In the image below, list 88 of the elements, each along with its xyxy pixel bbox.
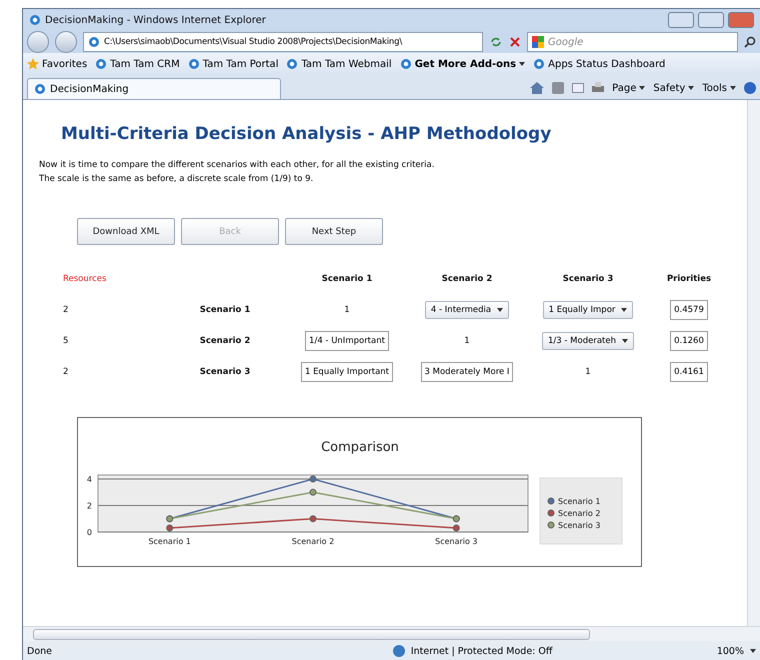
input-field[interactable]: 1 Equally Important bbox=[300, 362, 394, 382]
row-header: Scenario 2 bbox=[200, 336, 250, 346]
search-icon[interactable] bbox=[744, 36, 756, 48]
axis-label: 0 bbox=[86, 528, 92, 537]
table-cell: 2 bbox=[63, 304, 68, 314]
caret-icon bbox=[622, 338, 628, 342]
page-icon bbox=[286, 58, 298, 70]
intro-text: Now it is time to compare the different scenarios with each other, for all the existing criteria. bbox=[39, 159, 436, 172]
command-menu[interactable]: Safety bbox=[653, 82, 694, 94]
ie-icon bbox=[29, 14, 41, 26]
data-point bbox=[310, 515, 316, 522]
favorite-link[interactable]: Tam Tam Webmail bbox=[286, 58, 392, 70]
caret-icon bbox=[639, 86, 646, 90]
column-header: Scenario 1 bbox=[322, 274, 372, 284]
caret-icon bbox=[497, 308, 504, 312]
table-cell: 5 bbox=[63, 336, 68, 346]
legend-label: Scenario 2 bbox=[558, 509, 600, 518]
ie-icon bbox=[34, 83, 46, 95]
caret-icon bbox=[519, 62, 526, 66]
page-icon bbox=[88, 36, 100, 48]
browser-tab[interactable]: DecisionMaking bbox=[27, 78, 281, 99]
intro-text: The scale is the same as before, a discrete scale from (1/9) to 9. bbox=[39, 173, 314, 186]
status-text: Done bbox=[27, 646, 53, 656]
command-menu[interactable]: Page bbox=[612, 82, 646, 94]
axis-label: 2 bbox=[86, 502, 92, 510]
priority-field: 0.1260 bbox=[670, 330, 708, 350]
table-cell: 1 bbox=[344, 304, 350, 314]
dropdown[interactable]: 1/3 - Moderateh bbox=[542, 332, 634, 350]
row-header: Scenario 1 bbox=[200, 304, 250, 314]
page-icon bbox=[95, 58, 108, 70]
back-button[interactable] bbox=[27, 31, 49, 53]
priority-field: 0.4161 bbox=[670, 362, 708, 382]
input-field[interactable]: 3 Moderately More I bbox=[420, 362, 514, 382]
column-header: Resources bbox=[63, 274, 106, 284]
column-header: Priorities bbox=[666, 274, 712, 284]
table-cell: 1 bbox=[585, 366, 591, 376]
page-icon bbox=[533, 58, 546, 70]
zone-text: Internet | Protected Mode: Off bbox=[410, 646, 554, 656]
search-provider-icon bbox=[532, 36, 544, 48]
refresh-icon[interactable] bbox=[489, 35, 503, 49]
step-button[interactable]: Download XML bbox=[77, 218, 175, 245]
table-cell: 2 bbox=[63, 366, 68, 376]
axis-label: Scenario 2 bbox=[292, 537, 334, 546]
data-point bbox=[310, 488, 316, 496]
address-field[interactable]: C:\Users\simaob\Documents\Visual Studio 2008\Projects\DecisionMaking\ bbox=[83, 32, 483, 52]
mail-icon[interactable] bbox=[572, 83, 584, 93]
step-button[interactable]: Next Step bbox=[285, 218, 383, 245]
axis-label: Scenario 1 bbox=[148, 537, 191, 546]
legend-label: Scenario 1 bbox=[558, 497, 600, 506]
axis-label: 4 bbox=[86, 474, 92, 484]
dropdown[interactable]: 4 - Intermedia bbox=[424, 300, 510, 318]
forward-button[interactable] bbox=[55, 31, 77, 53]
favorite-link[interactable]: Tam Tam Portal bbox=[188, 58, 278, 70]
command-menu[interactable]: Tools bbox=[702, 82, 736, 94]
feeds-icon[interactable] bbox=[552, 82, 564, 94]
priority-field: 0.4579 bbox=[670, 300, 708, 320]
dropdown[interactable]: 1 Equally Impor bbox=[542, 300, 634, 318]
page-icon bbox=[400, 58, 412, 70]
maximize-button[interactable] bbox=[698, 12, 724, 28]
print-icon[interactable] bbox=[592, 82, 604, 94]
zoom-button[interactable]: 100% bbox=[716, 646, 744, 656]
minimize-button[interactable] bbox=[668, 12, 694, 28]
stop-icon[interactable] bbox=[509, 36, 521, 48]
data-point bbox=[166, 524, 174, 532]
axis-label: Scenario 3 bbox=[435, 537, 478, 546]
globe-icon bbox=[392, 645, 405, 657]
page-icon bbox=[188, 58, 200, 70]
page-heading: Multi-Criteria Decision Analysis - AHP Methodology bbox=[61, 124, 552, 144]
favorites-button[interactable]: Favorites bbox=[27, 58, 88, 70]
input-field[interactable]: 1/4 - UnImportant bbox=[305, 330, 389, 350]
table-cell: 1 bbox=[464, 336, 470, 346]
favorite-link[interactable]: Tam Tam CRM bbox=[95, 58, 180, 70]
legend-label: Scenario 3 bbox=[558, 521, 600, 530]
help-icon[interactable] bbox=[744, 82, 756, 94]
window-title: DecisionMaking - Windows Internet Explorer bbox=[45, 14, 267, 26]
star-icon bbox=[27, 58, 39, 70]
favorite-link[interactable]: Apps Status Dashboard bbox=[533, 58, 666, 70]
caret-icon bbox=[730, 86, 736, 90]
caret-icon bbox=[621, 308, 628, 312]
add-ons-menu[interactable]: Get More Add-ons bbox=[400, 58, 526, 70]
chart-title: Comparison bbox=[321, 440, 399, 455]
home-icon[interactable] bbox=[530, 82, 544, 94]
column-header: Scenario 2 bbox=[442, 274, 492, 284]
row-header: Scenario 3 bbox=[200, 366, 250, 376]
column-header: Scenario 3 bbox=[562, 274, 614, 284]
data-point bbox=[452, 524, 460, 532]
caret-icon bbox=[750, 649, 756, 653]
caret-icon bbox=[688, 86, 694, 90]
